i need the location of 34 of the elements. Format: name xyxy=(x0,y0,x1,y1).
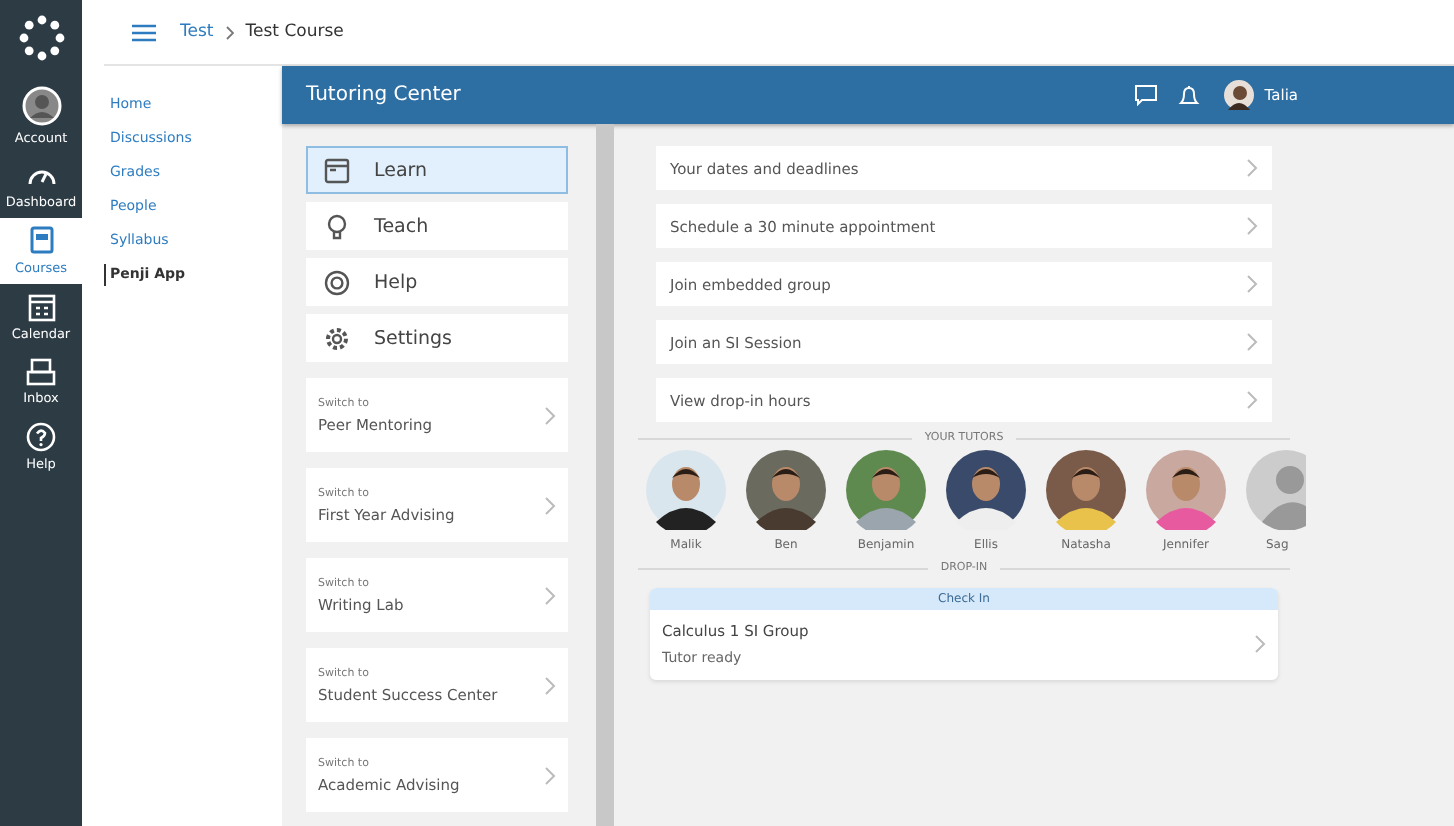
chevron-icon xyxy=(544,675,556,695)
book-icon xyxy=(27,226,55,256)
calendar-icon xyxy=(27,292,55,322)
board-icon xyxy=(324,157,350,183)
chevron-icon xyxy=(225,25,234,39)
chevron-icon xyxy=(544,765,556,785)
page-title: Test Course xyxy=(245,22,344,42)
menu-button[interactable]: Learn xyxy=(306,146,568,194)
scrollbar[interactable] xyxy=(596,124,614,826)
breadcrumb-link[interactable]: Test xyxy=(180,22,214,42)
app-title: Tutoring Center xyxy=(306,84,461,106)
chevron-icon xyxy=(544,495,556,515)
chevron-icon xyxy=(544,585,556,605)
help-icon xyxy=(26,422,56,452)
chevron-icon xyxy=(544,405,556,425)
chevron-icon xyxy=(1246,216,1258,236)
menu-icon[interactable] xyxy=(132,23,156,41)
lightbulb-icon xyxy=(324,213,350,239)
chat-icon[interactable] xyxy=(1134,84,1159,106)
avatar-placeholder-icon xyxy=(1246,450,1306,530)
chevron-icon xyxy=(1246,158,1258,178)
inbox-icon xyxy=(26,358,56,386)
settings-icon xyxy=(324,325,350,351)
chevron-icon xyxy=(1246,274,1258,294)
chevron-icon xyxy=(1254,634,1266,654)
avatar-icon xyxy=(21,86,61,126)
menu-button[interactable]: Teach xyxy=(306,202,568,250)
menu-button[interactable]: Help xyxy=(306,258,568,306)
chevron-icon xyxy=(1246,332,1258,352)
chevron-icon xyxy=(1246,390,1258,410)
menu-button[interactable]: Settings xyxy=(306,314,568,362)
lifebuoy-icon xyxy=(324,269,350,295)
bell-icon[interactable] xyxy=(1178,83,1201,107)
logo-icon[interactable] xyxy=(17,14,65,62)
